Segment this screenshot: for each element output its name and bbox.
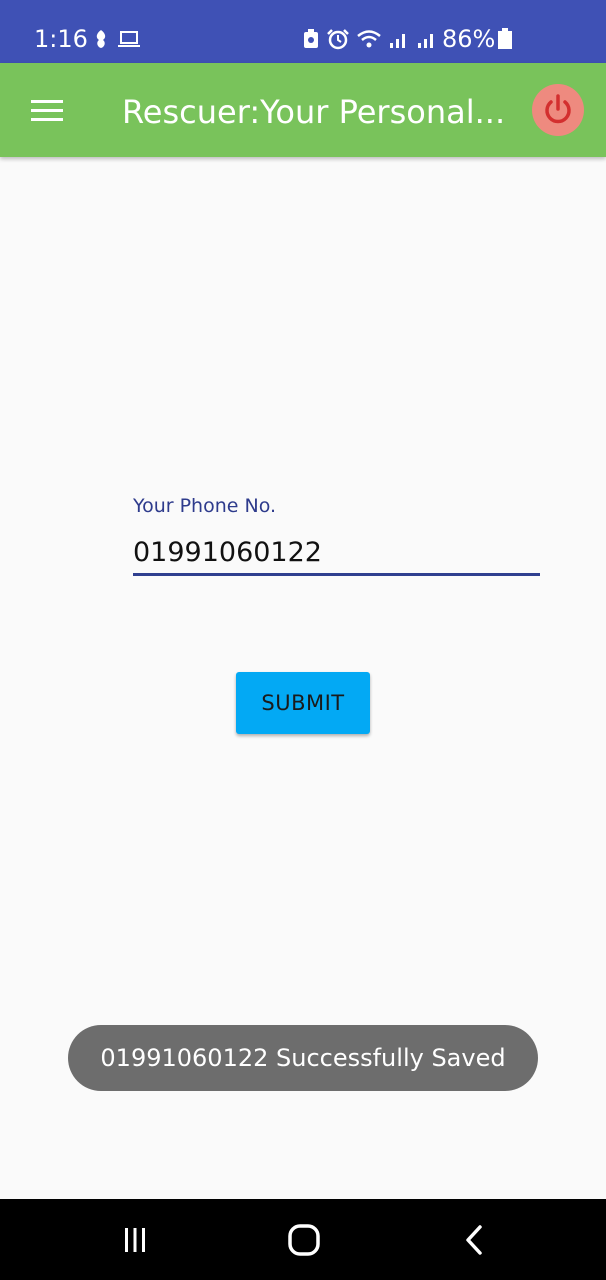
power-button[interactable] — [532, 84, 584, 136]
status-left-icons — [91, 28, 141, 50]
menu-icon — [31, 100, 63, 121]
app-bar: Rescuer:Your Personal... — [0, 63, 606, 157]
back-icon — [466, 1225, 482, 1255]
recent-apps-icon — [125, 1228, 145, 1252]
phone-label: Your Phone No. — [133, 495, 277, 517]
battery-icon — [498, 28, 512, 49]
power-icon — [545, 94, 571, 124]
home-button[interactable] — [274, 1221, 334, 1259]
menu-button[interactable] — [24, 91, 70, 131]
status-bar: 1:16 86% — [0, 0, 606, 63]
submit-button[interactable]: SUBMIT — [236, 672, 370, 734]
recent-apps-button[interactable] — [105, 1221, 165, 1259]
home-icon — [288, 1224, 320, 1256]
battery-percentage: 86% — [442, 25, 496, 53]
navigation-bar — [0, 1199, 606, 1280]
wifi-icon — [357, 30, 381, 48]
phone-input[interactable] — [133, 532, 540, 576]
alarm-icon — [327, 29, 349, 50]
signal-icon — [418, 34, 433, 48]
toast-message: 01991060122 Successfully Saved — [68, 1025, 538, 1091]
back-button[interactable] — [444, 1221, 504, 1259]
status-time: 1:16 — [34, 25, 88, 53]
data-saver-icon — [304, 29, 318, 48]
status-right-icons — [302, 28, 438, 50]
app-title: Rescuer:Your Personal... — [122, 93, 506, 131]
laptop-icon — [118, 31, 140, 47]
notification-icon — [96, 30, 106, 48]
signal-icon — [390, 34, 405, 48]
